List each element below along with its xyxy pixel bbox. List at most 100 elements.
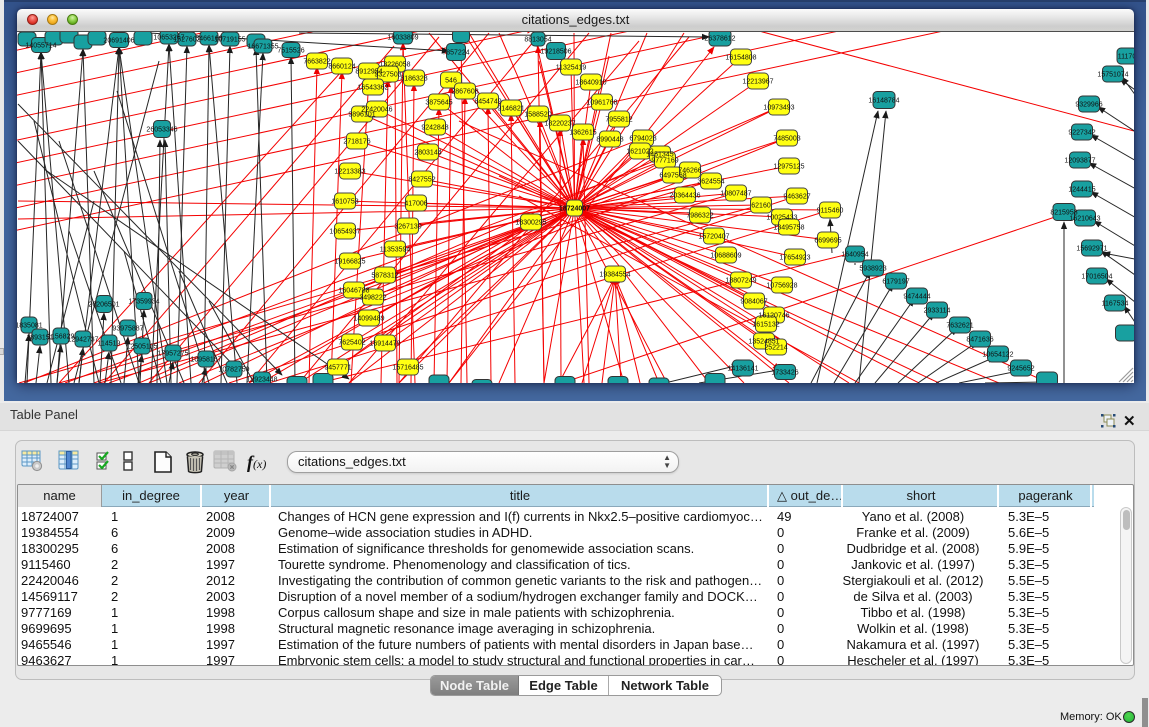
svg-text:9329966: 9329966: [1075, 101, 1102, 108]
svg-text:14136141: 14136141: [727, 365, 758, 372]
svg-text:1640954: 1640954: [841, 251, 868, 258]
svg-text:16671355: 16671355: [247, 43, 278, 50]
svg-text:2933114: 2933114: [924, 307, 951, 314]
svg-text:8427552: 8427552: [408, 176, 435, 183]
svg-text:9146821: 9146821: [497, 105, 524, 112]
svg-text:7955812: 7955812: [605, 116, 632, 123]
svg-text:746266: 746266: [678, 167, 701, 174]
svg-text:6699695: 6699695: [814, 237, 841, 244]
svg-text:3498222: 3498222: [359, 294, 386, 301]
svg-text:13495758: 13495758: [773, 224, 804, 231]
svg-text:62160: 62160: [751, 202, 771, 209]
svg-text:16033809: 16033809: [387, 34, 418, 41]
svg-text:8186328: 8186328: [400, 75, 427, 82]
svg-text:7632621: 7632621: [946, 322, 973, 329]
svg-text:5938923: 5938923: [859, 265, 886, 272]
svg-text:12942737: 12942737: [67, 336, 98, 343]
svg-text:7986322: 7986322: [686, 212, 713, 219]
svg-text:10807487: 10807487: [720, 190, 751, 197]
svg-text:16120746: 16120746: [758, 312, 789, 319]
svg-text:3875645: 3875645: [425, 99, 452, 106]
svg-text:9245652: 9245652: [1007, 365, 1034, 372]
svg-text:7515526: 7515526: [277, 47, 304, 54]
svg-text:9463627: 9463627: [783, 193, 810, 200]
svg-text:10719155: 10719155: [214, 36, 245, 43]
svg-text:9457771: 9457771: [324, 364, 351, 371]
svg-text:12505135: 12505135: [126, 343, 157, 350]
svg-text:15716485: 15716485: [392, 364, 423, 371]
svg-text:18807249: 18807249: [725, 277, 756, 284]
svg-text:17957275: 17957275: [157, 350, 188, 357]
svg-text:10958167: 10958167: [190, 356, 221, 363]
svg-text:16148784: 16148784: [868, 97, 899, 104]
svg-text:20364436: 20364436: [669, 192, 700, 199]
svg-text:18220237: 18220237: [544, 120, 575, 127]
svg-text:3267130: 3267130: [394, 223, 421, 230]
svg-text:1244415: 1244415: [1068, 186, 1095, 193]
svg-text:16210643: 16210643: [1069, 215, 1100, 222]
svg-text:14099489: 14099489: [353, 315, 384, 322]
svg-text:7663822: 7663822: [303, 58, 330, 65]
svg-text:9777169: 9777169: [651, 157, 678, 164]
svg-text:2867608: 2867608: [451, 88, 478, 95]
svg-text:12975125: 12975125: [773, 163, 804, 170]
svg-text:1588520: 1588520: [524, 111, 551, 118]
svg-text:8813054: 8813054: [524, 36, 551, 43]
svg-text:18640910: 18640910: [575, 79, 606, 86]
svg-text:17654923: 17654923: [779, 254, 810, 261]
svg-text:26378612: 26378612: [704, 35, 735, 42]
svg-text:16914479: 16914479: [369, 340, 400, 347]
svg-text:10654937: 10654937: [329, 228, 360, 235]
svg-text:12093877: 12093877: [1064, 157, 1095, 164]
svg-text:1733426: 1733426: [771, 369, 798, 376]
svg-text:16154808: 16154808: [725, 54, 756, 61]
svg-text:19218506: 19218506: [540, 48, 571, 55]
svg-text:11353594: 11353594: [380, 246, 411, 253]
svg-text:546: 546: [445, 77, 457, 84]
svg-text:93975887: 93975887: [112, 325, 143, 332]
svg-text:7857224: 7857224: [442, 49, 469, 56]
svg-text:20691406: 20691406: [103, 37, 134, 44]
svg-text:417006: 417006: [404, 200, 427, 207]
svg-text:5878312: 5878312: [371, 272, 398, 279]
svg-text:15720407: 15720407: [698, 233, 729, 240]
svg-text:18300295: 18300295: [515, 219, 546, 226]
svg-text:1362615: 1362615: [569, 129, 596, 136]
svg-text:10654122: 10654122: [982, 351, 1013, 358]
svg-text:20206501: 20206501: [88, 301, 119, 308]
svg-text:9327503: 9327503: [374, 71, 401, 78]
svg-text:1835081: 1835081: [17, 322, 43, 329]
svg-text:1615132: 1615132: [752, 321, 779, 328]
svg-text:252214: 252214: [764, 344, 787, 351]
svg-text:9115460: 9115460: [817, 207, 844, 214]
svg-text:8471636: 8471636: [966, 336, 993, 343]
svg-text:17016504: 17016504: [1081, 273, 1112, 280]
svg-text:8454749: 8454749: [474, 98, 501, 105]
svg-text:1610753: 1610753: [331, 198, 358, 205]
svg-text:14055714: 14055714: [25, 42, 56, 49]
svg-text:16046788: 16046788: [338, 287, 369, 294]
svg-text:10782759: 10782759: [218, 366, 249, 373]
svg-text:17359934: 17359934: [128, 298, 159, 305]
svg-text:18724007: 18724007: [559, 206, 590, 213]
svg-text:12213383: 12213383: [334, 168, 365, 175]
svg-text:7625402: 7625402: [338, 339, 365, 346]
svg-text:10025433: 10025433: [766, 214, 797, 221]
svg-text:6794028: 6794028: [629, 135, 656, 142]
svg-text:22420046: 22420046: [361, 106, 392, 113]
svg-text:10688609: 10688609: [710, 252, 741, 259]
svg-text:19166825: 19166825: [334, 258, 365, 265]
svg-text:10756928: 10756928: [766, 282, 797, 289]
svg-text:9227342: 9227342: [1068, 129, 1095, 136]
svg-text:3624554: 3624554: [697, 178, 724, 185]
svg-text:1167534: 1167534: [1102, 300, 1129, 307]
svg-text:10973493: 10973493: [763, 104, 794, 111]
svg-text:9474444: 9474444: [903, 293, 930, 300]
svg-text:13226058: 13226058: [379, 61, 410, 68]
svg-text:19384554: 19384554: [599, 271, 630, 278]
svg-text:7485003: 7485003: [773, 135, 800, 142]
svg-text:8990448: 8990448: [596, 136, 623, 143]
svg-text:114519: 114519: [98, 340, 121, 347]
svg-text:2803144: 2803144: [414, 149, 441, 156]
svg-text:12923448: 12923448: [246, 376, 277, 383]
